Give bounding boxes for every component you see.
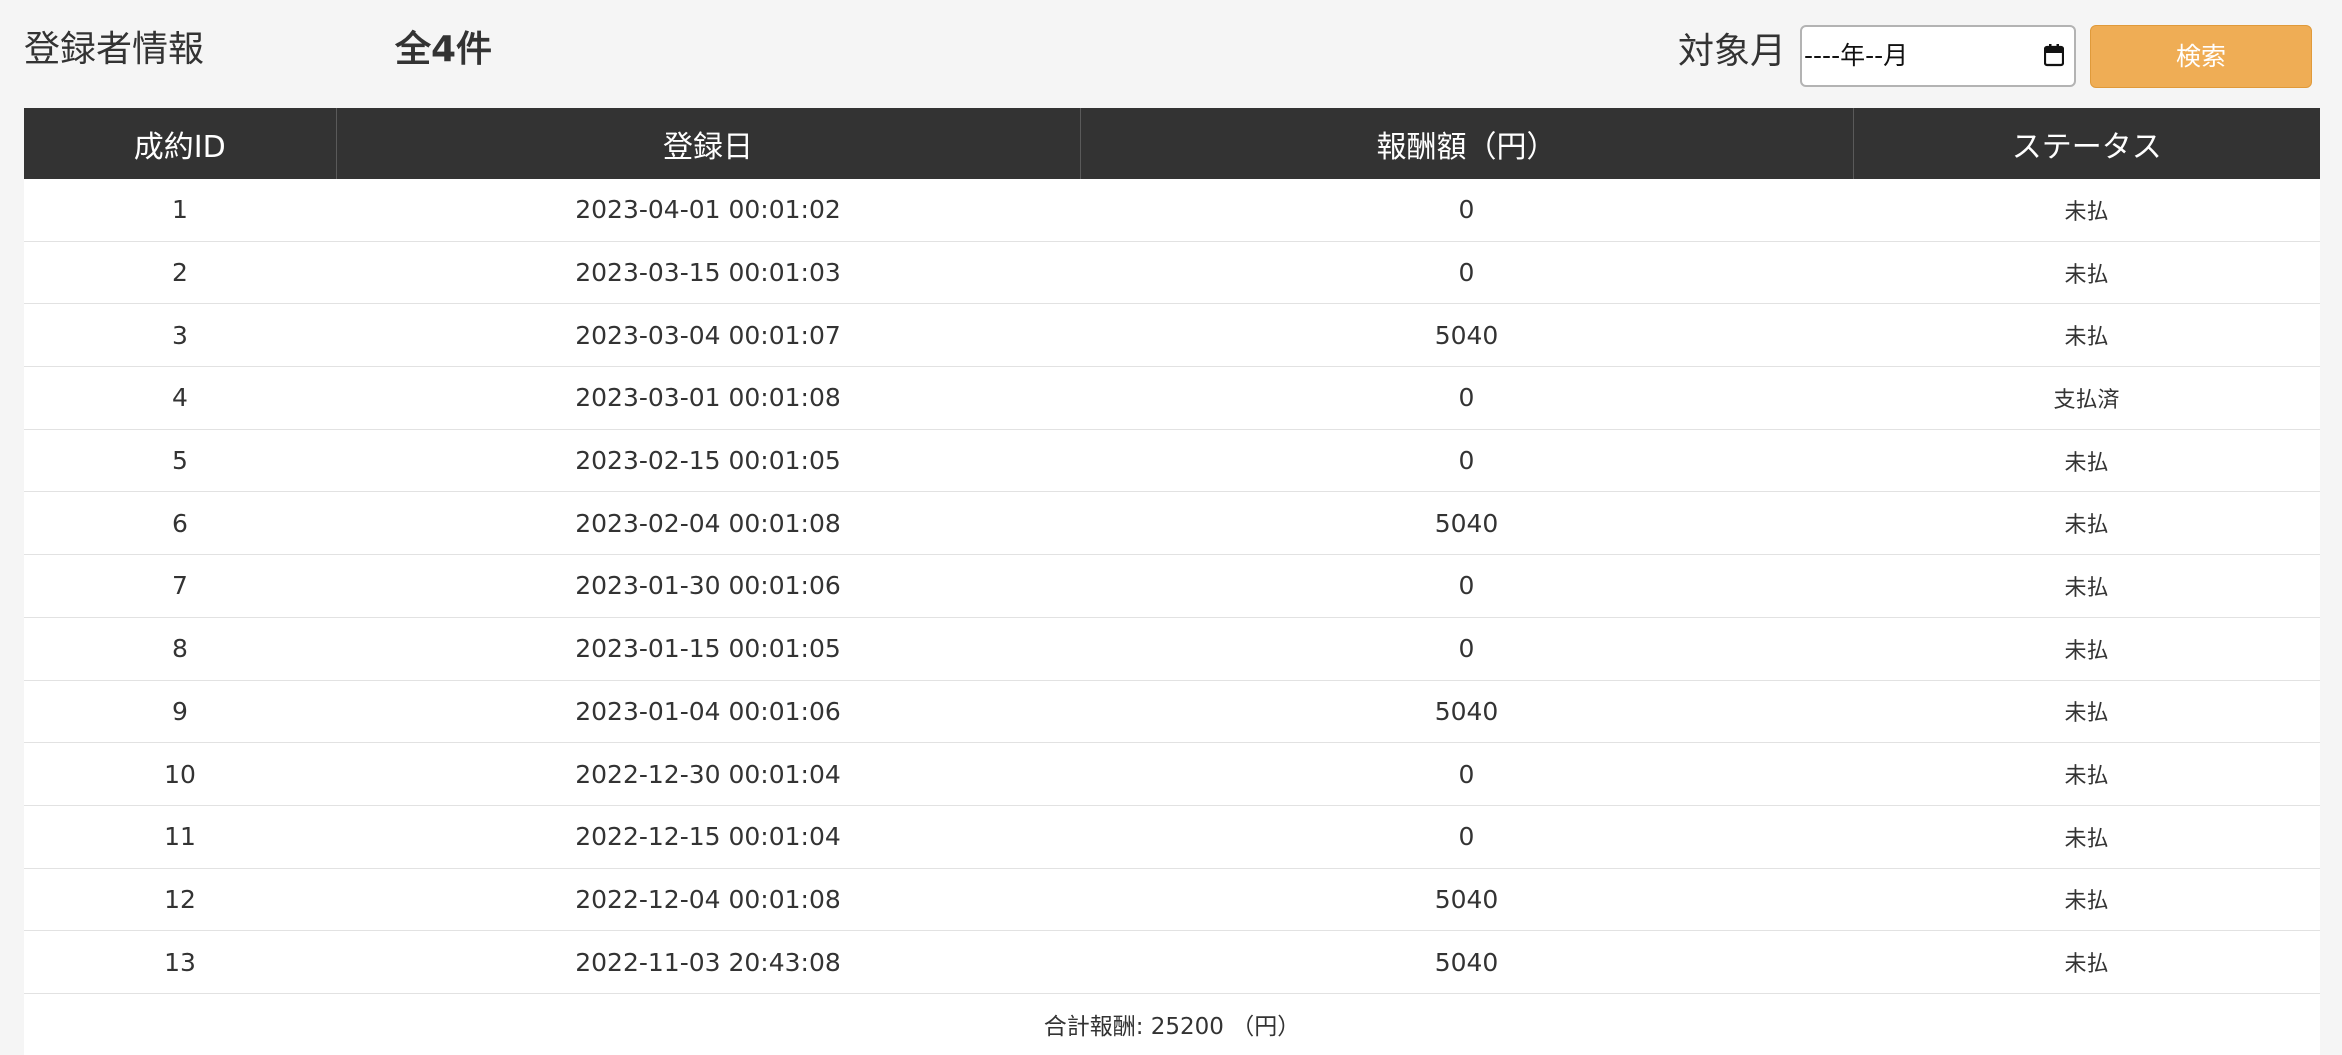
registered-date-cell: 2023-03-04 00:01:07 <box>336 303 1080 368</box>
reward-amount-cell: 0 <box>1080 179 1853 242</box>
reward-amount-cell: 0 <box>1080 554 1853 618</box>
target-month-input[interactable]: ----年--月 <box>1800 25 2076 87</box>
table-row: 11 2022-12-15 00:01:04 0 未払 <box>24 805 2320 869</box>
registered-date-cell: 2023-02-15 00:01:05 <box>336 429 1080 493</box>
reward-amount-cell: 5040 <box>1080 303 1853 368</box>
page-header: 登録者情報 全4件 対象月 ----年--月 検索 <box>0 0 2342 108</box>
registered-date-cell: 2023-03-01 00:01:08 <box>336 366 1080 430</box>
table-row: 3 2023-03-04 00:01:07 5040 未払 <box>24 303 2320 368</box>
status-cell: 未払 <box>1853 491 2320 556</box>
column-header-status: ステータス <box>1853 108 2320 179</box>
reward-amount-cell: 0 <box>1080 805 1853 869</box>
contract-id-cell: 2 <box>24 241 336 305</box>
column-header-contract-id: 成約ID <box>24 108 337 179</box>
status-cell: 未払 <box>1853 554 2320 618</box>
registered-date-cell: 2022-12-15 00:01:04 <box>336 805 1080 869</box>
status-cell: 未払 <box>1853 930 2320 994</box>
column-header-reward-amount: 報酬額（円） <box>1080 108 1854 179</box>
reward-amount-cell: 0 <box>1080 429 1853 493</box>
contract-id-cell: 13 <box>24 930 336 994</box>
registered-date-cell: 2023-01-04 00:01:06 <box>336 680 1080 744</box>
registrant-table: 成約ID 登録日 報酬額（円） ステータス 1 2023-04-01 00:01:… <box>24 108 2320 1055</box>
table-row: 5 2023-02-15 00:01:05 0 未払 <box>24 429 2320 493</box>
contract-id-cell: 3 <box>24 303 336 368</box>
table-row: 10 2022-12-30 00:01:04 0 未払 <box>24 742 2320 806</box>
total-reward: 合計報酬: 25200 （円） <box>24 993 2320 1055</box>
target-month-value: ----年--月 <box>1804 41 1909 70</box>
contract-id-cell: 4 <box>24 366 336 430</box>
table-row: 6 2023-02-04 00:01:08 5040 未払 <box>24 491 2320 556</box>
table-row: 7 2023-01-30 00:01:06 0 未払 <box>24 554 2320 618</box>
table-row: 13 2022-11-03 20:43:08 5040 未払 <box>24 930 2320 994</box>
registered-date-cell: 2022-11-03 20:43:08 <box>336 930 1080 994</box>
table-header-row: 成約ID 登録日 報酬額（円） ステータス <box>24 108 2320 179</box>
contract-id-cell: 10 <box>24 742 336 806</box>
table-body: 1 2023-04-01 00:01:02 0 未払 2 2023-03-15 00:01… <box>24 179 2320 1055</box>
status-cell: 未払 <box>1853 742 2320 806</box>
table-row: 2 2023-03-15 00:01:03 0 未払 <box>24 241 2320 305</box>
registered-date-cell: 2023-01-30 00:01:06 <box>336 554 1080 618</box>
record-count: 全4件 <box>395 29 493 70</box>
contract-id-cell: 8 <box>24 617 336 681</box>
reward-amount-cell: 0 <box>1080 366 1853 430</box>
contract-id-cell: 6 <box>24 491 336 556</box>
reward-amount-cell: 5040 <box>1080 930 1853 994</box>
contract-id-cell: 11 <box>24 805 336 869</box>
reward-amount-cell: 5040 <box>1080 680 1853 744</box>
status-cell: 未払 <box>1853 303 2320 368</box>
status-cell: 未払 <box>1853 868 2320 932</box>
reward-amount-cell: 5040 <box>1080 868 1853 932</box>
reward-amount-cell: 0 <box>1080 617 1853 681</box>
contract-id-cell: 12 <box>24 868 336 932</box>
page-title: 登録者情報 <box>24 29 205 70</box>
contract-id-cell: 5 <box>24 429 336 493</box>
registered-date-cell: 2023-01-15 00:01:05 <box>336 617 1080 681</box>
calendar-icon[interactable] <box>2044 43 2064 67</box>
registered-date-cell: 2023-03-15 00:01:03 <box>336 241 1080 305</box>
status-cell: 支払済 <box>1853 366 2320 430</box>
contract-id-cell: 7 <box>24 554 336 618</box>
registered-date-cell: 2022-12-30 00:01:04 <box>336 742 1080 806</box>
target-month-label: 対象月 <box>1678 31 1787 72</box>
search-button[interactable]: 検索 <box>2090 25 2312 88</box>
table-row: 9 2023-01-04 00:01:06 5040 未払 <box>24 680 2320 744</box>
reward-amount-cell: 5040 <box>1080 491 1853 556</box>
registered-date-cell: 2023-02-04 00:01:08 <box>336 491 1080 556</box>
status-cell: 未払 <box>1853 429 2320 493</box>
status-cell: 未払 <box>1853 179 2320 242</box>
status-cell: 未払 <box>1853 241 2320 305</box>
reward-amount-cell: 0 <box>1080 241 1853 305</box>
status-cell: 未払 <box>1853 680 2320 744</box>
status-cell: 未払 <box>1853 617 2320 681</box>
reward-amount-cell: 0 <box>1080 742 1853 806</box>
table-row: 4 2023-03-01 00:01:08 0 支払済 <box>24 366 2320 430</box>
contract-id-cell: 9 <box>24 680 336 744</box>
table-row: 1 2023-04-01 00:01:02 0 未払 <box>24 179 2320 242</box>
column-header-registered-date: 登録日 <box>336 108 1081 179</box>
status-cell: 未払 <box>1853 805 2320 869</box>
contract-id-cell: 1 <box>24 179 336 242</box>
registered-date-cell: 2022-12-04 00:01:08 <box>336 868 1080 932</box>
total-row: 合計報酬: 25200 （円） <box>24 993 2320 1055</box>
table-row: 12 2022-12-04 00:01:08 5040 未払 <box>24 868 2320 932</box>
table-row: 8 2023-01-15 00:01:05 0 未払 <box>24 617 2320 681</box>
registered-date-cell: 2023-04-01 00:01:02 <box>336 179 1080 242</box>
